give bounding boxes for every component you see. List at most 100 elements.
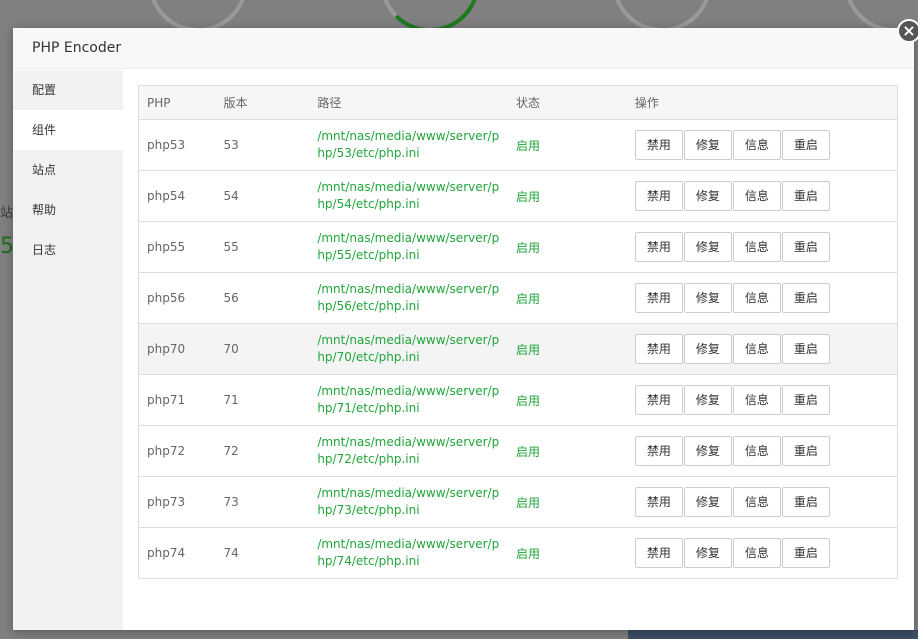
restart-button[interactable]: 重启 — [781, 538, 830, 568]
info-button[interactable]: 信息 — [732, 334, 781, 364]
path-cell: /mnt/nas/media/www/server/php/70/etc/php… — [317, 333, 500, 364]
php-versions-table: PHP 版本 路径 状态 操作 php53 53/mnt/nas/media/ww… — [138, 85, 898, 579]
actions-cell: 禁用 修复 信息 重启 — [627, 120, 898, 171]
path-cell: /mnt/nas/media/www/server/php/73/etc/php… — [317, 486, 500, 517]
restart-button[interactable]: 重启 — [781, 334, 830, 364]
php-name-cell: php70 — [147, 342, 186, 356]
header-status: 状态 — [508, 85, 627, 120]
header-version: 版本 — [215, 85, 310, 120]
repair-button[interactable]: 修复 — [683, 334, 732, 364]
disable-button[interactable]: 禁用 — [634, 487, 683, 517]
repair-button[interactable]: 修复 — [683, 385, 732, 415]
repair-button[interactable]: 修复 — [683, 130, 732, 160]
status-cell: 启用 — [516, 444, 541, 459]
path-cell: /mnt/nas/media/www/server/php/56/etc/php… — [317, 282, 500, 313]
info-button[interactable]: 信息 — [732, 232, 781, 262]
version-cell: 72 — [223, 444, 239, 458]
status-cell: 启用 — [516, 495, 541, 510]
disable-button[interactable]: 禁用 — [634, 436, 683, 466]
restart-button[interactable]: 重启 — [781, 181, 830, 211]
info-button[interactable]: 信息 — [732, 283, 781, 313]
header-actions: 操作 — [626, 85, 898, 120]
repair-button[interactable]: 修复 — [683, 232, 732, 262]
version-cell: 71 — [223, 393, 239, 407]
disable-button[interactable]: 禁用 — [634, 385, 683, 415]
table-body: php53 53/mnt/nas/media/www/server/php/53/… — [138, 120, 898, 579]
repair-button[interactable]: 修复 — [683, 487, 732, 517]
table-row: php71 71/mnt/nas/media/www/server/php/71/… — [138, 375, 898, 426]
status-cell: 启用 — [516, 342, 541, 357]
disable-button[interactable]: 禁用 — [634, 130, 683, 160]
version-cell: 55 — [223, 240, 239, 254]
sidebar-item-components[interactable]: 组件 — [13, 110, 123, 150]
php-name-cell: php73 — [147, 495, 186, 509]
table-row: php53 53/mnt/nas/media/www/server/php/53/… — [138, 120, 898, 171]
php-encoder-modal: PHP Encoder 配置 组件 站点 帮助 日志 PHP 版本 路径 状态 — [13, 28, 914, 630]
disable-button[interactable]: 禁用 — [634, 334, 683, 364]
table-header-row: PHP 版本 路径 状态 操作 — [138, 85, 898, 120]
info-button[interactable]: 信息 — [732, 487, 781, 517]
modal-sidebar: 配置 组件 站点 帮助 日志 — [13, 70, 123, 630]
table-row: php54 54/mnt/nas/media/www/server/php/54/… — [138, 171, 898, 222]
php-name-cell: php55 — [147, 240, 186, 254]
restart-button[interactable]: 重启 — [781, 436, 830, 466]
status-cell: 启用 — [516, 546, 541, 561]
version-cell: 56 — [223, 291, 239, 305]
header-php: PHP — [138, 85, 216, 120]
actions-cell: 禁用 修复 信息 重启 — [627, 222, 898, 273]
restart-button[interactable]: 重启 — [781, 130, 830, 160]
sidebar-item-logs[interactable]: 日志 — [13, 230, 123, 270]
info-button[interactable]: 信息 — [732, 385, 781, 415]
disable-button[interactable]: 禁用 — [634, 232, 683, 262]
status-cell: 启用 — [516, 291, 541, 306]
repair-button[interactable]: 修复 — [683, 436, 732, 466]
sidebar-item-help[interactable]: 帮助 — [13, 190, 123, 230]
modal-title: PHP Encoder — [13, 28, 914, 69]
table-row: php55 55/mnt/nas/media/www/server/php/55/… — [138, 222, 898, 273]
repair-button[interactable]: 修复 — [683, 538, 732, 568]
status-cell: 启用 — [516, 189, 541, 204]
sidebar-item-config[interactable]: 配置 — [13, 70, 123, 110]
sidebar-item-sites[interactable]: 站点 — [13, 150, 123, 190]
table-row: php73 73/mnt/nas/media/www/server/php/73/… — [138, 477, 898, 528]
disable-button[interactable]: 禁用 — [634, 283, 683, 313]
path-cell: /mnt/nas/media/www/server/php/53/etc/php… — [317, 129, 500, 160]
disable-button[interactable]: 禁用 — [634, 181, 683, 211]
actions-cell: 禁用 修复 信息 重启 — [627, 426, 898, 477]
php-name-cell: php72 — [147, 444, 186, 458]
php-name-cell: php53 — [147, 138, 186, 152]
version-cell: 74 — [223, 546, 239, 560]
status-cell: 启用 — [516, 138, 541, 153]
components-panel: PHP 版本 路径 状态 操作 php53 53/mnt/nas/media/ww… — [138, 85, 898, 579]
info-button[interactable]: 信息 — [732, 181, 781, 211]
disable-button[interactable]: 禁用 — [634, 538, 683, 568]
bg-left-number: 5 — [0, 234, 14, 259]
repair-button[interactable]: 修复 — [683, 283, 732, 313]
php-name-cell: php56 — [147, 291, 186, 305]
actions-cell: 禁用 修复 信息 重启 — [627, 273, 898, 324]
table-row: php56 56/mnt/nas/media/www/server/php/56/… — [138, 273, 898, 324]
info-button[interactable]: 信息 — [732, 436, 781, 466]
restart-button[interactable]: 重启 — [781, 487, 830, 517]
path-cell: /mnt/nas/media/www/server/php/71/etc/php… — [317, 384, 500, 415]
restart-button[interactable]: 重启 — [781, 232, 830, 262]
status-cell: 启用 — [516, 240, 541, 255]
path-cell: /mnt/nas/media/www/server/php/54/etc/php… — [317, 180, 500, 211]
bg-bottom-bar — [628, 630, 918, 639]
version-cell: 73 — [223, 495, 239, 509]
version-cell: 70 — [223, 342, 239, 356]
restart-button[interactable]: 重启 — [781, 385, 830, 415]
version-cell: 54 — [223, 189, 239, 203]
actions-cell: 禁用 修复 信息 重启 — [627, 324, 898, 375]
repair-button[interactable]: 修复 — [683, 181, 732, 211]
info-button[interactable]: 信息 — [732, 538, 781, 568]
restart-button[interactable]: 重启 — [781, 283, 830, 313]
version-cell: 53 — [223, 138, 239, 152]
actions-cell: 禁用 修复 信息 重启 — [627, 528, 898, 579]
close-icon[interactable]: × — [897, 19, 918, 43]
info-button[interactable]: 信息 — [732, 130, 781, 160]
path-cell: /mnt/nas/media/www/server/php/55/etc/php… — [317, 231, 500, 262]
status-cell: 启用 — [516, 393, 541, 408]
actions-cell: 禁用 修复 信息 重启 — [627, 171, 898, 222]
actions-cell: 禁用 修复 信息 重启 — [627, 477, 898, 528]
